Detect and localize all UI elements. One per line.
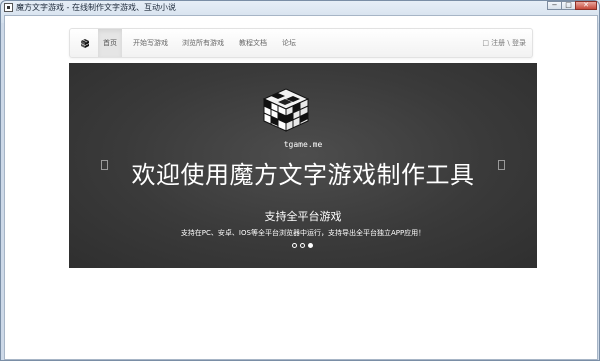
carousel-indicator-1[interactable] bbox=[292, 243, 297, 248]
nav-tutorials[interactable]: 教程文档 bbox=[234, 29, 272, 57]
site-tag: tgame.me bbox=[283, 140, 323, 149]
window-title: 魔方文字游戏 - 在线制作文字游戏、互动小说 bbox=[16, 3, 176, 12]
hero-description: 支持在PC、安卓、IOS等全平台浏览器中运行，支持导出全平台独立APP应用！ bbox=[180, 229, 426, 237]
browser-viewport: 首页 开始写游戏 浏览所有游戏 教程文档 论坛 □ 注册 \ 登录 tgame.… bbox=[4, 15, 598, 360]
top-navbar: 首页 开始写游戏 浏览所有游戏 教程文档 论坛 □ 注册 \ 登录 bbox=[69, 28, 533, 58]
hero-carousel: tgame.me 欢迎使用魔方文字游戏制作工具 支持全平台游戏 支持在PC、安卓… bbox=[69, 63, 537, 268]
register-login-links[interactable]: □ 注册 \ 登录 bbox=[482, 29, 526, 57]
carousel-indicators bbox=[292, 243, 316, 248]
app-icon bbox=[4, 3, 13, 12]
nav-forum[interactable]: 论坛 bbox=[277, 29, 301, 57]
carousel-indicator-3[interactable] bbox=[308, 243, 313, 248]
rubiks-cube-icon[interactable] bbox=[74, 29, 96, 57]
carousel-indicator-2[interactable] bbox=[300, 243, 305, 248]
maximize-button[interactable]: □ bbox=[561, 1, 576, 10]
hero-subtitle: 支持全平台游戏 bbox=[264, 210, 342, 223]
carousel-next-arrow[interactable] bbox=[498, 160, 505, 170]
nav-start-writing[interactable]: 开始写游戏 bbox=[128, 29, 173, 57]
title-bar: 魔方文字游戏 - 在线制作文字游戏、互动小说 − □ ✕ bbox=[1, 1, 600, 15]
window-controls: − □ ✕ bbox=[547, 1, 597, 11]
application-window: 魔方文字游戏 - 在线制作文字游戏、互动小说 − □ ✕ 首页 开始写游戏 浏览… bbox=[0, 0, 600, 361]
rubiks-cube-logo bbox=[260, 85, 312, 133]
hero-headline: 欢迎使用魔方文字游戏制作工具 bbox=[131, 161, 475, 189]
minimize-button[interactable]: − bbox=[547, 1, 562, 10]
close-button[interactable]: ✕ bbox=[575, 1, 597, 10]
nav-home[interactable]: 首页 bbox=[98, 29, 122, 57]
nav-browse-games[interactable]: 浏览所有游戏 bbox=[177, 29, 229, 57]
